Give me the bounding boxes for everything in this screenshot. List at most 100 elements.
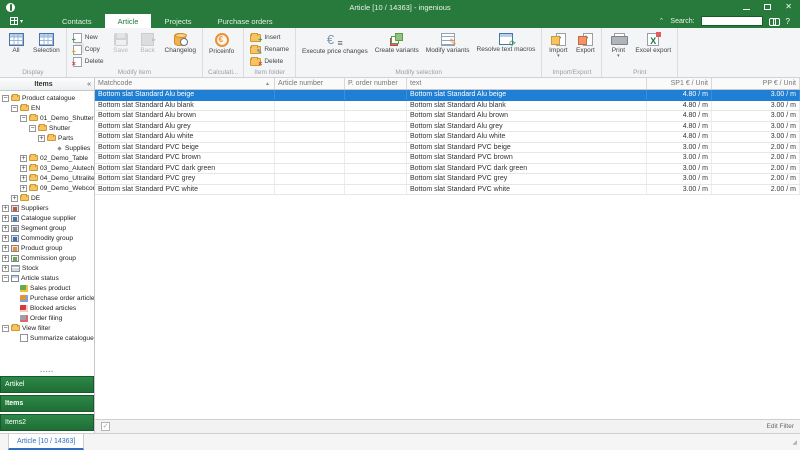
cell-pp: 2.00 / m bbox=[712, 185, 800, 195]
edit-filter-button[interactable]: Edit Filter bbox=[767, 423, 794, 430]
tree-item-stock[interactable]: +Stock bbox=[0, 263, 94, 273]
tab-contacts[interactable]: Contacts bbox=[49, 14, 105, 28]
tree-expander-icon[interactable]: − bbox=[2, 275, 9, 282]
maximize-icon[interactable] bbox=[764, 4, 771, 10]
tree-expander-icon[interactable]: + bbox=[20, 155, 27, 162]
tree-item-sales-product[interactable]: Sales product bbox=[0, 283, 94, 293]
document-tab-article-10-14363[interactable]: Article [10 / 14363] bbox=[8, 434, 84, 450]
tree-item-view-filter[interactable]: −View filter bbox=[0, 323, 94, 333]
tree-expander-icon[interactable]: + bbox=[2, 205, 9, 212]
button-import[interactable]: ➔Import▾ bbox=[545, 30, 571, 68]
tree-expander-icon[interactable]: + bbox=[2, 255, 9, 262]
button-resolve-text-macros[interactable]: Resolve text macros bbox=[474, 30, 539, 68]
tab-purchase-orders[interactable]: Purchase orders bbox=[205, 14, 286, 28]
tree-expander-icon[interactable]: + bbox=[11, 195, 18, 202]
tree-expander-icon[interactable]: + bbox=[2, 215, 9, 222]
collapse-ribbon-icon[interactable]: ⌃ bbox=[659, 18, 665, 25]
column-header-pp-unit[interactable]: PP € / Unit bbox=[712, 78, 800, 89]
tree-expander-icon[interactable]: + bbox=[2, 235, 9, 242]
tree-expander-icon[interactable]: + bbox=[20, 165, 27, 172]
column-header-matchcode[interactable]: Matchcode▲ bbox=[95, 78, 275, 89]
column-header-sp1-unit[interactable]: SP1 € / Unit bbox=[647, 78, 712, 89]
column-header-article-number[interactable]: Article number bbox=[275, 78, 345, 89]
table-icon bbox=[39, 33, 54, 46]
tree-item-02-demo-table[interactable]: +02_Demo_Table bbox=[0, 153, 94, 163]
button-export[interactable]: ➔Export bbox=[572, 30, 598, 68]
panel-bar-items2[interactable]: Items2 bbox=[0, 414, 94, 431]
tab-article[interactable]: Article bbox=[105, 14, 152, 28]
tree-item-03-demo-alutech[interactable]: +03_Demo_Alutech bbox=[0, 163, 94, 173]
filter-checkbox[interactable]: ✓ bbox=[101, 422, 110, 431]
tree-item-catalogue-supplier[interactable]: +Catalogue supplier bbox=[0, 213, 94, 223]
column-header-p-order-number[interactable]: P. order number bbox=[345, 78, 407, 89]
tree-expander-icon[interactable]: + bbox=[20, 185, 27, 192]
button-selection[interactable]: Selection bbox=[30, 30, 63, 68]
button-create-variants[interactable]: Create variants bbox=[372, 30, 422, 68]
splitter-handle[interactable]: ▪▪▪▪▪ bbox=[0, 368, 94, 376]
help-icon[interactable]: ? bbox=[786, 17, 790, 26]
panel-bar-artikel[interactable]: Artikel bbox=[0, 376, 94, 393]
button-insert[interactable]: Insert bbox=[247, 32, 292, 43]
button-excel-export[interactable]: Excel export bbox=[632, 30, 674, 68]
button-all[interactable]: All bbox=[3, 30, 29, 68]
button-execute-price-changes[interactable]: Execute price changes bbox=[299, 30, 371, 68]
table-row[interactable]: Bottom slat Standard PVC brownBottom sla… bbox=[95, 153, 800, 164]
tree-item-supplies[interactable]: Supplies bbox=[0, 143, 94, 153]
tree-item-09-demo-webcontrols[interactable]: +09_Demo_Webcontrols bbox=[0, 183, 94, 193]
column-header-text[interactable]: text bbox=[407, 78, 647, 89]
panel-bar-items[interactable]: Items bbox=[0, 395, 94, 412]
table-row[interactable]: Bottom slat Standard Alu greyBottom slat… bbox=[95, 122, 800, 133]
tree-item-article-status[interactable]: −Article status bbox=[0, 273, 94, 283]
collapse-panel-icon[interactable]: « bbox=[87, 81, 94, 88]
tree-expander-icon[interactable]: + bbox=[2, 245, 9, 252]
tree-item-summarize-catalogue[interactable]: Summarize catalogue bbox=[0, 333, 94, 343]
tree-item-product-group[interactable]: +Product group bbox=[0, 243, 94, 253]
table-row[interactable]: Bottom slat Standard Alu blankBottom sla… bbox=[95, 101, 800, 112]
tree-item-purchase-order-article[interactable]: Purchase order article bbox=[0, 293, 94, 303]
tree-item-segment-group[interactable]: +Segment group bbox=[0, 223, 94, 233]
button-modify-variants[interactable]: Modify variants bbox=[423, 30, 473, 68]
button-copy[interactable]: Copy bbox=[70, 44, 107, 55]
table-row[interactable]: Bottom slat Standard PVC greyBottom slat… bbox=[95, 174, 800, 185]
tree-expander-icon[interactable]: − bbox=[2, 95, 9, 102]
tree-expander-icon[interactable]: − bbox=[2, 325, 9, 332]
tree-item-de[interactable]: +DE bbox=[0, 193, 94, 203]
tree-expander-icon[interactable]: − bbox=[20, 115, 27, 122]
tree-expander-icon[interactable]: + bbox=[2, 265, 9, 272]
tree-expander-icon[interactable]: + bbox=[38, 135, 45, 142]
tree-item-commodity-group[interactable]: +Commodity group bbox=[0, 233, 94, 243]
button-delete[interactable]: Delete bbox=[247, 56, 292, 67]
search-input[interactable] bbox=[701, 16, 763, 26]
table-row[interactable]: Bottom slat Standard PVC whiteBottom sla… bbox=[95, 185, 800, 196]
tree-item-order-filing[interactable]: Order filing bbox=[0, 313, 94, 323]
tree-item-commission-group[interactable]: +Commission group bbox=[0, 253, 94, 263]
table-row[interactable]: Bottom slat Standard PVC beigeBottom sla… bbox=[95, 143, 800, 154]
tree-expander-icon[interactable]: + bbox=[20, 175, 27, 182]
tree-expander-icon[interactable]: − bbox=[29, 125, 36, 132]
button-priceinfo[interactable]: Priceinfo bbox=[206, 30, 237, 68]
button-changelog[interactable]: Changelog bbox=[162, 30, 199, 68]
app-menu-button[interactable]: ▾ bbox=[0, 14, 31, 28]
search-binoculars-icon[interactable] bbox=[769, 18, 780, 25]
table-row[interactable]: Bottom slat Standard PVC dark greenBotto… bbox=[95, 164, 800, 175]
tree-item-04-demo-ultralite-doors[interactable]: +04_Demo_Ultralite-Doors bbox=[0, 173, 94, 183]
tree-expander-icon[interactable]: − bbox=[11, 105, 18, 112]
tree-item-blocked-articles[interactable]: Blocked articles bbox=[0, 303, 94, 313]
table-row[interactable]: Bottom slat Standard Alu brownBottom sla… bbox=[95, 111, 800, 122]
close-icon[interactable]: ✕ bbox=[785, 2, 792, 12]
table-row[interactable]: Bottom slat Standard Alu beigeBottom sla… bbox=[95, 90, 800, 101]
button-rename[interactable]: Rename bbox=[247, 44, 292, 55]
tree-item-parts[interactable]: +Parts bbox=[0, 133, 94, 143]
button-delete[interactable]: Delete bbox=[70, 56, 107, 67]
tree-expander-icon[interactable]: + bbox=[2, 225, 9, 232]
tree-item-product-catalogue[interactable]: −Product catalogue bbox=[0, 93, 94, 103]
tab-projects[interactable]: Projects bbox=[151, 14, 204, 28]
button-new[interactable]: New bbox=[70, 32, 107, 43]
button-print[interactable]: Print▾ bbox=[605, 30, 631, 68]
tree-item-en[interactable]: −EN bbox=[0, 103, 94, 113]
table-row[interactable]: Bottom slat Standard Alu whiteBottom sla… bbox=[95, 132, 800, 143]
tree-item-01-demo-shutter[interactable]: −01_Demo_Shutter bbox=[0, 113, 94, 123]
tree-item-shutter[interactable]: −Shutter bbox=[0, 123, 94, 133]
minimize-icon[interactable] bbox=[743, 9, 750, 10]
tree-item-suppliers[interactable]: +Suppliers bbox=[0, 203, 94, 213]
